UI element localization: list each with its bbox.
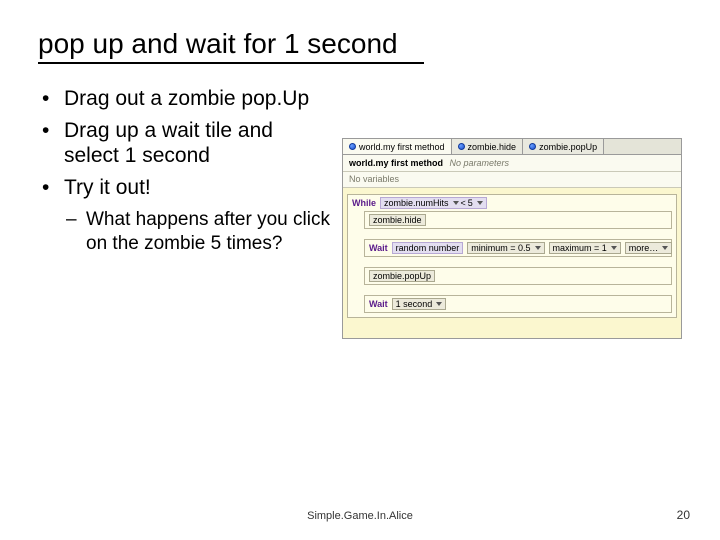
dropdown-icon (453, 201, 459, 205)
code-line-popup[interactable]: zombie.popUp (364, 267, 672, 285)
code-area: While zombie.numHits < 5 (343, 188, 681, 338)
world-icon (529, 143, 536, 150)
dropdown-icon (436, 302, 442, 306)
tab-label: zombie.hide (468, 142, 517, 152)
more-tile[interactable]: more… (625, 242, 673, 254)
slide-title: pop up and wait for 1 second (38, 28, 424, 64)
tab-world-my-first-method[interactable]: world.my first method (343, 139, 452, 154)
method-header: world.my first method No parameters (343, 155, 681, 172)
tab-label: world.my first method (359, 142, 445, 152)
tile-label: 1 second (396, 299, 433, 309)
cond-op: < (461, 198, 466, 208)
method-call-tile[interactable]: zombie.popUp (369, 270, 435, 282)
method-name: world.my first method (349, 158, 443, 168)
method-tabs: world.my first method zombie.hide zombie… (343, 139, 681, 155)
bullet-item: Drag up a wait tile and select 1 second (38, 118, 330, 169)
tile-label: minimum = 0.5 (471, 243, 530, 253)
while-keyword: While (352, 198, 376, 208)
tile-label: zombie.hide (373, 215, 422, 225)
tile-label: maximum = 1 (553, 243, 607, 253)
tile-label: more… (629, 243, 659, 253)
world-icon (458, 143, 465, 150)
figure-column: world.my first method zombie.hide zombie… (342, 86, 682, 339)
bullet-item: Try it out! What happens after you click… (38, 175, 330, 255)
code-line-hide[interactable]: zombie.hide (364, 211, 672, 229)
alice-editor-panel: world.my first method zombie.hide zombie… (342, 138, 682, 339)
bullet-item: Drag out a zombie pop.Up (38, 86, 330, 112)
tab-zombie-hide[interactable]: zombie.hide (452, 139, 524, 154)
method-params: No parameters (450, 158, 510, 168)
tab-label: zombie.popUp (539, 142, 597, 152)
max-tile[interactable]: maximum = 1 (549, 242, 621, 254)
dropdown-icon (611, 246, 617, 250)
tile-label: random number (396, 243, 460, 253)
page-number: 20 (677, 508, 690, 522)
duration-tile[interactable]: 1 second (392, 298, 447, 310)
tile-label: zombie.popUp (373, 271, 431, 281)
cond-left: zombie.numHits (384, 198, 449, 208)
while-block[interactable]: While zombie.numHits < 5 (347, 194, 677, 318)
wait-keyword: Wait (369, 299, 388, 309)
slide-footer: Simple.Game.In.Alice (0, 510, 720, 522)
bullet-text: Try it out! (64, 176, 151, 199)
tab-zombie-popup[interactable]: zombie.popUp (523, 139, 604, 154)
dropdown-icon (477, 201, 483, 205)
min-tile[interactable]: minimum = 0.5 (467, 242, 544, 254)
dropdown-icon (535, 246, 541, 250)
random-number-tile[interactable]: random number (392, 242, 464, 254)
no-variables-label: No variables (343, 172, 681, 188)
dropdown-icon (662, 246, 668, 250)
world-icon (349, 143, 356, 150)
text-column: Drag out a zombie pop.Up Drag up a wait … (38, 86, 330, 339)
method-call-tile[interactable]: zombie.hide (369, 214, 426, 226)
condition-tile[interactable]: zombie.numHits < 5 (380, 197, 487, 209)
wait-keyword: Wait (369, 243, 388, 253)
code-line-wait-1s[interactable]: Wait 1 second (364, 295, 672, 313)
cond-right: 5 (468, 198, 473, 208)
sub-bullet-item: What happens after you click on the zomb… (64, 208, 330, 254)
code-line-wait-random[interactable]: Wait random number minimum = 0.5 (364, 239, 672, 257)
